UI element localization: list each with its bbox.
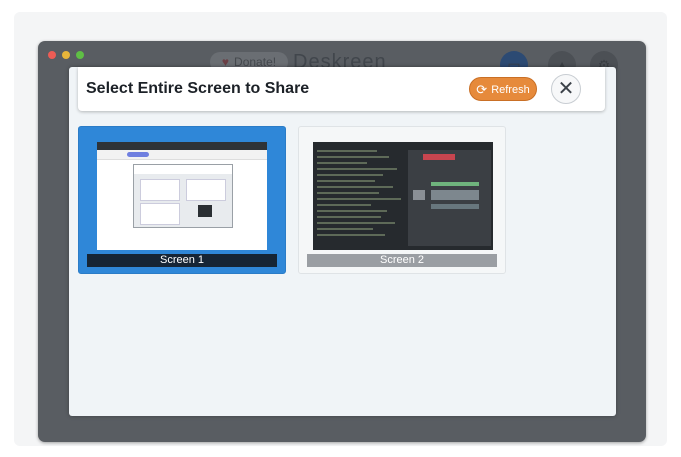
screen-1-label: Screen 1 [87, 254, 277, 267]
dialog-header: Select Entire Screen to Share ⟳ Refresh ✕ [78, 67, 605, 111]
screen-card-1[interactable]: Screen 1 [78, 126, 286, 274]
refresh-icon: ⟳ [476, 82, 488, 97]
screen-1-thumbnail [97, 142, 267, 250]
dialog-title: Select Entire Screen to Share [86, 80, 310, 97]
refresh-label: Refresh [491, 84, 530, 96]
screen-card-2[interactable]: Screen 2 [298, 126, 506, 274]
select-screen-dialog: Select Entire Screen to Share ⟳ Refresh ✕… [69, 67, 616, 416]
refresh-button[interactable]: ⟳ Refresh [469, 77, 537, 101]
window-minimize-dot[interactable] [62, 51, 70, 59]
window-close-dot[interactable] [48, 51, 56, 59]
screen-2-label: Screen 2 [307, 254, 497, 267]
close-icon: ✕ [557, 78, 575, 100]
screen-2-thumbnail [313, 142, 493, 250]
close-button[interactable]: ✕ [551, 74, 581, 104]
window-zoom-dot[interactable] [76, 51, 84, 59]
